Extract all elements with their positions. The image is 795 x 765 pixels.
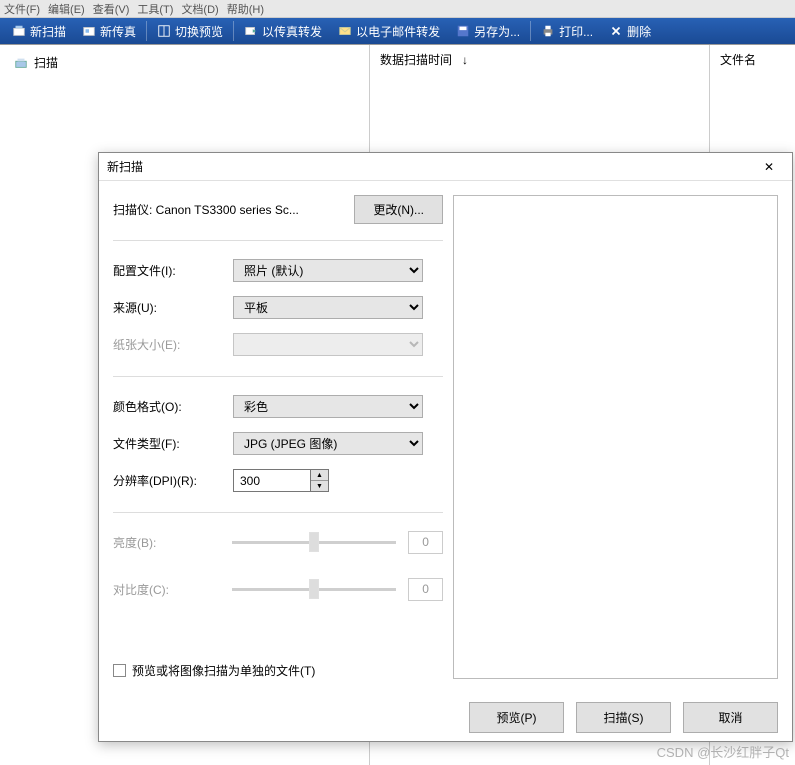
source-label: 来源(U): xyxy=(113,299,233,316)
tree-scan-root[interactable]: 扫描 xyxy=(6,51,363,74)
print-button[interactable]: 打印... xyxy=(533,20,601,43)
close-button[interactable]: ✕ xyxy=(754,156,784,178)
scan-button[interactable]: 扫描(S) xyxy=(576,702,671,733)
menu-tools[interactable]: 工具(T) xyxy=(137,1,173,16)
divider xyxy=(113,376,443,377)
email-forward-button[interactable]: 以电子邮件转发 xyxy=(330,20,448,43)
menubar: 文件(F) 编辑(E) 查看(V) 工具(T) 文档(D) 帮助(H) xyxy=(0,0,795,18)
watermark: CSDN @长沙红胖子Qt xyxy=(657,742,789,761)
print-icon xyxy=(541,24,555,38)
contrast-slider xyxy=(232,588,396,591)
cancel-button[interactable]: 取消 xyxy=(683,702,778,733)
print-label: 打印... xyxy=(559,23,593,40)
menu-document[interactable]: 文档(D) xyxy=(181,1,218,16)
scanner-name: 扫描仪: Canon TS3300 series Sc... xyxy=(113,201,299,218)
new-fax-button[interactable]: 新传真 xyxy=(74,20,144,43)
paper-size-label: 纸张大小(E): xyxy=(113,336,233,353)
toolbar-separator xyxy=(530,21,531,41)
dpi-input[interactable] xyxy=(233,469,311,492)
scanner-icon xyxy=(12,24,26,38)
new-scan-button[interactable]: 新扫描 xyxy=(4,20,74,43)
email-forward-label: 以电子邮件转发 xyxy=(356,23,440,40)
separate-files-label: 预览或将图像扫描为单独的文件(T) xyxy=(132,662,315,679)
delete-button[interactable]: 删除 xyxy=(601,20,659,43)
toggle-preview-label: 切换预览 xyxy=(175,23,223,40)
dialog-body: 扫描仪: Canon TS3300 series Sc... 更改(N)... … xyxy=(99,181,792,693)
dialog-left-panel: 扫描仪: Canon TS3300 series Sc... 更改(N)... … xyxy=(113,195,443,679)
save-as-button[interactable]: 另存为... xyxy=(448,20,528,43)
contrast-label: 对比度(C): xyxy=(113,581,232,598)
fax-forward-label: 以传真转发 xyxy=(262,23,322,40)
brightness-slider xyxy=(232,541,396,544)
dialog-footer: 预览(P) 扫描(S) 取消 xyxy=(99,693,792,741)
preview-button[interactable]: 预览(P) xyxy=(469,702,564,733)
source-select[interactable]: 平板 xyxy=(233,296,423,319)
profile-label: 配置文件(I): xyxy=(113,262,233,279)
menu-view[interactable]: 查看(V) xyxy=(93,1,130,16)
slider-thumb xyxy=(309,579,319,599)
delete-icon xyxy=(609,24,623,38)
toolbar: 新扫描 新传真 切换预览 以传真转发 以电子邮件转发 另存为... 打印... … xyxy=(0,18,795,44)
toggle-preview-button[interactable]: 切换预览 xyxy=(149,20,231,43)
contrast-value: 0 xyxy=(408,578,443,601)
separate-files-checkbox[interactable] xyxy=(113,664,126,677)
close-icon: ✕ xyxy=(764,160,774,174)
menu-file[interactable]: 文件(F) xyxy=(4,1,40,16)
scanner-tree-icon xyxy=(14,56,28,70)
delete-label: 删除 xyxy=(627,23,651,40)
email-icon xyxy=(338,24,352,38)
profile-select[interactable]: 照片 (默认) xyxy=(233,259,423,282)
toolbar-separator xyxy=(233,21,234,41)
separate-files-row: 预览或将图像扫描为单独的文件(T) xyxy=(113,652,443,679)
file-type-label: 文件类型(F): xyxy=(113,435,233,452)
dialog-title: 新扫描 xyxy=(107,158,143,175)
divider xyxy=(113,240,443,241)
dpi-label: 分辨率(DPI)(R): xyxy=(113,472,233,489)
file-type-select[interactable]: JPG (JPEG 图像) xyxy=(233,432,423,455)
fax-forward-icon xyxy=(244,24,258,38)
save-as-label: 另存为... xyxy=(474,23,520,40)
dialog-titlebar[interactable]: 新扫描 ✕ xyxy=(99,153,792,181)
save-icon xyxy=(456,24,470,38)
toolbar-separator xyxy=(146,21,147,41)
paper-size-select xyxy=(233,333,423,356)
dpi-up-button[interactable]: ▲ xyxy=(311,470,328,481)
dpi-down-button[interactable]: ▼ xyxy=(311,481,328,491)
brightness-label: 亮度(B): xyxy=(113,534,232,551)
slider-thumb xyxy=(309,532,319,552)
color-format-label: 颜色格式(O): xyxy=(113,398,233,415)
new-scan-dialog: 新扫描 ✕ 扫描仪: Canon TS3300 series Sc... 更改(… xyxy=(98,152,793,742)
divider xyxy=(113,512,443,513)
preview-area xyxy=(453,195,778,679)
color-format-select[interactable]: 彩色 xyxy=(233,395,423,418)
preview-icon xyxy=(157,24,171,38)
fax-forward-button[interactable]: 以传真转发 xyxy=(236,20,330,43)
tree-scan-label: 扫描 xyxy=(34,54,58,71)
menu-help[interactable]: 帮助(H) xyxy=(227,1,264,16)
fax-icon xyxy=(82,24,96,38)
new-scan-label: 新扫描 xyxy=(30,23,66,40)
menu-edit[interactable]: 编辑(E) xyxy=(48,1,85,16)
brightness-value: 0 xyxy=(408,531,443,554)
new-fax-label: 新传真 xyxy=(100,23,136,40)
change-scanner-button[interactable]: 更改(N)... xyxy=(354,195,443,224)
